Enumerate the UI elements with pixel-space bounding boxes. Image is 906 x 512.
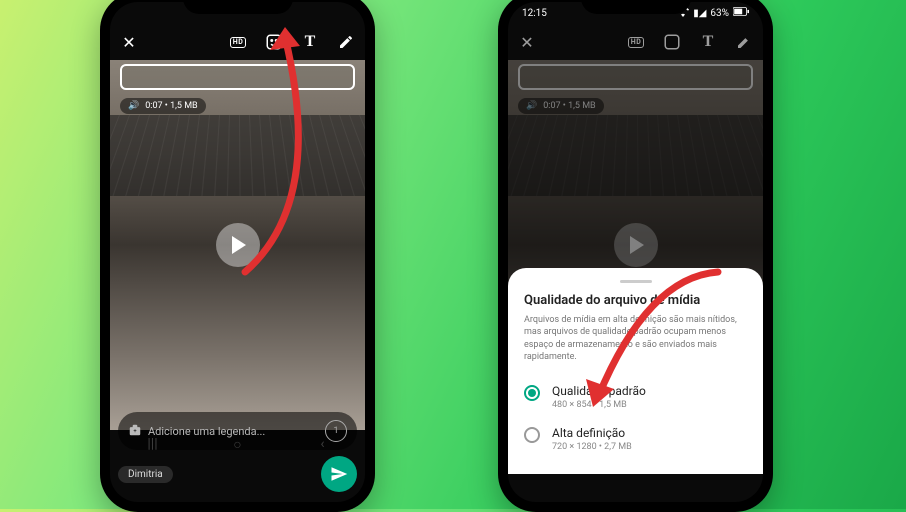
- play-icon: [232, 236, 246, 254]
- send-button[interactable]: [321, 456, 357, 492]
- option-sub: 720 × 1280 • 2,7 MB: [552, 442, 632, 452]
- status-time: 12:15: [522, 8, 547, 19]
- sheet-title: Qualidade do arquivo de mídia: [524, 293, 747, 308]
- editor-topbar: ✕ HD T: [110, 24, 365, 60]
- battery-text: 63%: [710, 8, 729, 19]
- screen-right: 12:15 ▮◢ 63% ✕ HD T: [508, 2, 763, 502]
- close-icon[interactable]: ✕: [118, 31, 140, 53]
- option-label: Qualidade padrão: [552, 384, 646, 398]
- hd-quality-button[interactable]: HD: [227, 31, 249, 53]
- text-icon[interactable]: T: [697, 31, 719, 53]
- close-icon[interactable]: ✕: [516, 31, 538, 53]
- video-meta-text: 0:07 • 1,5 MB: [145, 101, 197, 111]
- battery-icon: [733, 7, 749, 19]
- bottom-compose-area: + Adicione uma legenda... 1 Dimitria: [110, 406, 365, 502]
- phone-notch: [581, 0, 691, 14]
- quality-option-standard[interactable]: Qualidade padrão 480 × 854 • 1,5 MB: [524, 376, 747, 418]
- draw-icon[interactable]: [733, 31, 755, 53]
- sticker-icon[interactable]: [661, 31, 683, 53]
- caption-placeholder: Adicione uma legenda...: [148, 425, 265, 438]
- screen-left: ✕ HD T 🔊 0:07 • 1,5 MB: [110, 2, 365, 502]
- phone-notch: [183, 0, 293, 14]
- sheet-handle[interactable]: [620, 280, 652, 283]
- video-trim-bar[interactable]: [120, 64, 355, 90]
- sticker-icon[interactable]: [263, 31, 285, 53]
- option-sub: 480 × 854 • 1,5 MB: [552, 400, 646, 410]
- editor-topbar: ✕ HD T: [508, 24, 763, 60]
- draw-icon[interactable]: [335, 31, 357, 53]
- video-meta-pill: 🔊 0:07 • 1,5 MB: [120, 98, 206, 114]
- hd-quality-button[interactable]: HD: [625, 31, 647, 53]
- add-media-icon[interactable]: +: [128, 423, 142, 440]
- text-icon[interactable]: T: [299, 31, 321, 53]
- video-meta-pill: 🔊 0:07 • 1,5 MB: [518, 98, 604, 114]
- signal-icon: ▮◢: [693, 8, 706, 19]
- video-preview[interactable]: 🔊 0:07 • 1,5 MB: [110, 60, 365, 430]
- video-trim-bar: [518, 64, 753, 90]
- sheet-description: Arquivos de mídia em alta definição são …: [524, 314, 747, 364]
- speaker-icon: 🔊: [526, 101, 537, 111]
- video-content-hint: [508, 115, 763, 196]
- quality-bottom-sheet: Qualidade do arquivo de mídia Arquivos d…: [508, 268, 763, 474]
- video-content-hint: [110, 115, 365, 196]
- play-button[interactable]: [216, 223, 260, 267]
- phone-frame-left: ✕ HD T 🔊 0:07 • 1,5 MB: [100, 0, 375, 512]
- status-right: ▮◢ 63%: [677, 7, 749, 20]
- radio-icon: [524, 427, 540, 443]
- option-label: Alta definição: [552, 426, 632, 440]
- radio-icon-selected: [524, 385, 540, 401]
- caption-input[interactable]: + Adicione uma legenda... 1: [118, 412, 357, 450]
- recipient-chip[interactable]: Dimitria: [118, 466, 173, 483]
- view-once-button[interactable]: 1: [325, 420, 347, 442]
- phone-frame-right: 12:15 ▮◢ 63% ✕ HD T: [498, 0, 773, 512]
- quality-option-hd[interactable]: Alta definição 720 × 1280 • 2,7 MB: [524, 418, 747, 460]
- speaker-icon[interactable]: 🔊: [128, 101, 139, 111]
- play-icon: [630, 236, 644, 254]
- play-button: [614, 223, 658, 267]
- video-meta-text: 0:07 • 1,5 MB: [543, 101, 595, 111]
